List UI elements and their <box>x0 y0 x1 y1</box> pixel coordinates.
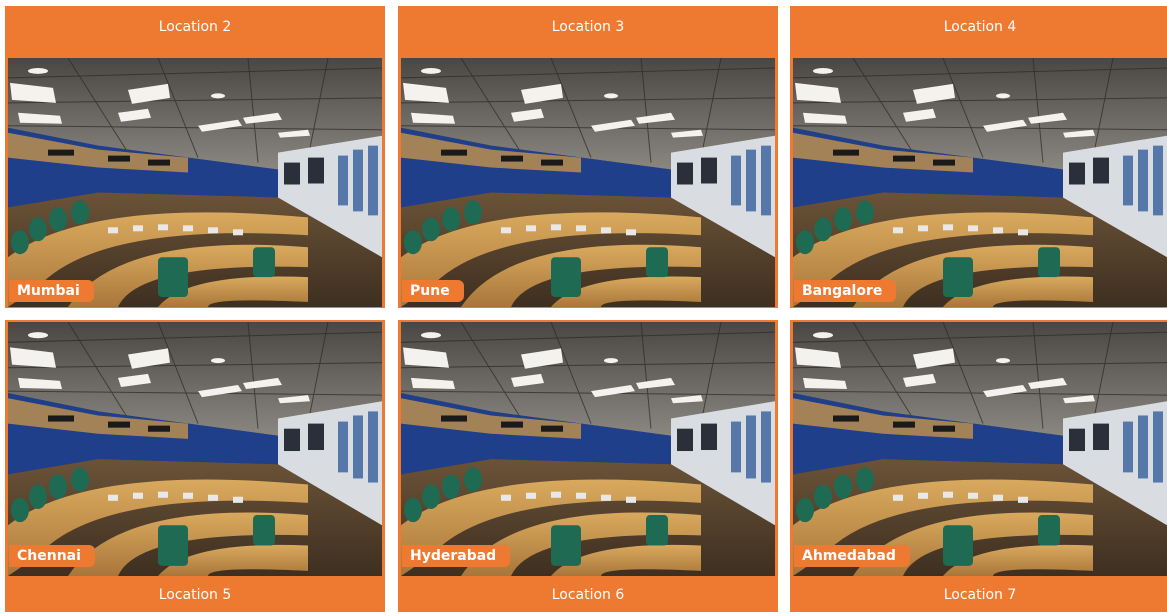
location-header: Location 5 <box>158 587 232 603</box>
location-card: Chennai Location 5 <box>5 320 385 612</box>
control-room-image <box>793 322 1167 576</box>
location-header: Location 6 <box>551 587 625 603</box>
city-label: Chennai <box>9 545 95 567</box>
city-label: Ahmedabad <box>794 545 910 567</box>
control-room-image <box>8 322 382 576</box>
location-header: Location 4 <box>943 19 1017 35</box>
city-label: Mumbai <box>9 280 94 302</box>
location-card: Location 3 Pune <box>398 6 778 308</box>
location-card: Location 2 Mumbai <box>5 6 385 308</box>
location-card: Ahmedabad Location 7 <box>790 320 1167 612</box>
control-room-image <box>401 58 775 307</box>
location-header: Location 3 <box>551 19 625 35</box>
location-header: Location 2 <box>158 19 232 35</box>
control-room-image <box>793 58 1167 307</box>
city-label: Pune <box>402 280 464 302</box>
city-label: Hyderabad <box>402 545 511 567</box>
location-card: Hyderabad Location 6 <box>398 320 778 612</box>
control-room-image <box>8 58 382 307</box>
city-label: Bangalore <box>794 280 897 302</box>
location-card: Location 4 Bangalore <box>790 6 1167 308</box>
control-room-image <box>401 322 775 576</box>
location-header: Location 7 <box>943 587 1017 603</box>
